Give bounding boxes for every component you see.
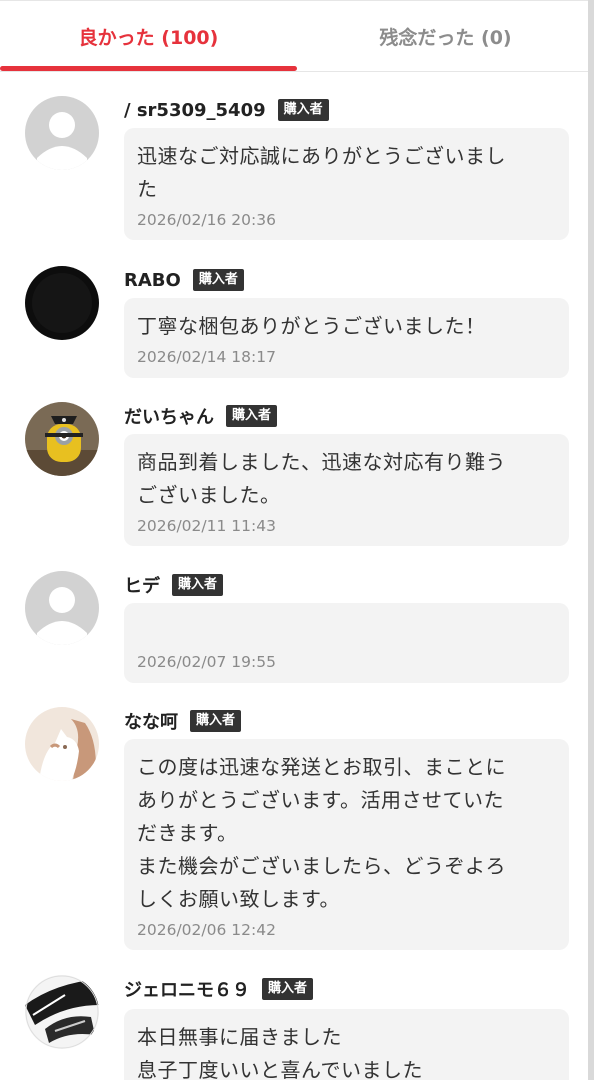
review-date: 2026/02/16 20:36 [137, 211, 276, 229]
review-tabs: 良かった (100) 残念だった (0) [0, 0, 594, 72]
review-bubble: 商品到着しました、迅速な対応有り難う ございました。 2026/02/11 11… [124, 434, 569, 546]
buyer-badge: 購入者 [277, 99, 329, 121]
review-date: 2026/02/14 18:17 [137, 348, 276, 366]
reviewer-name[interactable]: / sr5309_5409 [124, 100, 266, 121]
tab-good[interactable]: 良かった (100) [0, 1, 297, 71]
reviewer-name[interactable]: だいちゃん [124, 403, 214, 429]
review-comment: この度は迅速な発送とお取引、まことに ありがとうございます。活用させていた だき… [137, 755, 506, 911]
reviewer-row: なな呵 購入者 [124, 708, 242, 734]
active-tab-indicator [0, 66, 297, 71]
reviewer-row: RABO 購入者 [124, 268, 244, 292]
review-comment [137, 615, 557, 648]
review-comment: 商品到着しました、迅速な対応有り難う ございました。 [137, 450, 506, 507]
reviewer-row: ヒデ 購入者 [124, 572, 224, 598]
review-bubble: 2026/02/07 19:55 [124, 603, 569, 683]
review-date: 2026/02/06 12:42 [137, 921, 276, 939]
default-avatar-icon[interactable] [25, 96, 99, 170]
review-date: 2026/02/07 19:55 [137, 653, 276, 671]
reviewer-row: / sr5309_5409 購入者 [124, 98, 329, 122]
black-circle-avatar[interactable] [25, 266, 99, 340]
screen-edge [588, 0, 594, 1080]
buyer-badge: 購入者 [172, 574, 224, 596]
review-comment: 丁寧な梱包ありがとうございました！ [137, 314, 486, 338]
buyer-badge: 購入者 [226, 405, 278, 427]
reviewer-name[interactable]: RABO [124, 270, 181, 291]
default-avatar-icon[interactable] [25, 571, 99, 645]
review-comment: 本日無事に届きました 息子丁度いいと喜んでいました [137, 1025, 423, 1080]
review-bubble: 迅速なご対応誠にありがとうございまし た 2026/02/16 20:36 [124, 128, 569, 240]
tab-bad[interactable]: 残念だった (0) [297, 1, 594, 71]
tab-good-label: 良かった (100) [78, 26, 219, 49]
review-page: 良かった (100) 残念だった (0) / sr5309_5409 購入者 迅… [0, 0, 594, 1080]
tab-bad-label: 残念だった (0) [379, 26, 512, 49]
buyer-badge: 購入者 [190, 710, 242, 732]
reviewer-row: ジェロニモ６９ 購入者 [124, 976, 314, 1002]
sketch-photo-avatar[interactable] [25, 975, 99, 1049]
buyer-badge: 購入者 [192, 269, 244, 291]
review-bubble: 本日無事に届きました 息子丁度いいと喜んでいました [124, 1009, 569, 1080]
review-bubble: この度は迅速な発送とお取引、まことに ありがとうございます。活用させていた だき… [124, 739, 569, 950]
review-date: 2026/02/11 11:43 [137, 517, 276, 535]
reviewer-row: だいちゃん 購入者 [124, 403, 278, 429]
reviewer-name[interactable]: ヒデ [124, 572, 160, 598]
cat-illustration-avatar[interactable] [25, 707, 99, 781]
reviewer-name[interactable]: ジェロニモ６９ [124, 976, 250, 1002]
reviewer-name[interactable]: なな呵 [124, 708, 178, 734]
review-bubble: 丁寧な梱包ありがとうございました！ 2026/02/14 18:17 [124, 298, 569, 378]
minion-photo-avatar[interactable] [25, 402, 99, 476]
buyer-badge: 購入者 [262, 978, 314, 1000]
review-comment: 迅速なご対応誠にありがとうございまし た [137, 144, 506, 201]
